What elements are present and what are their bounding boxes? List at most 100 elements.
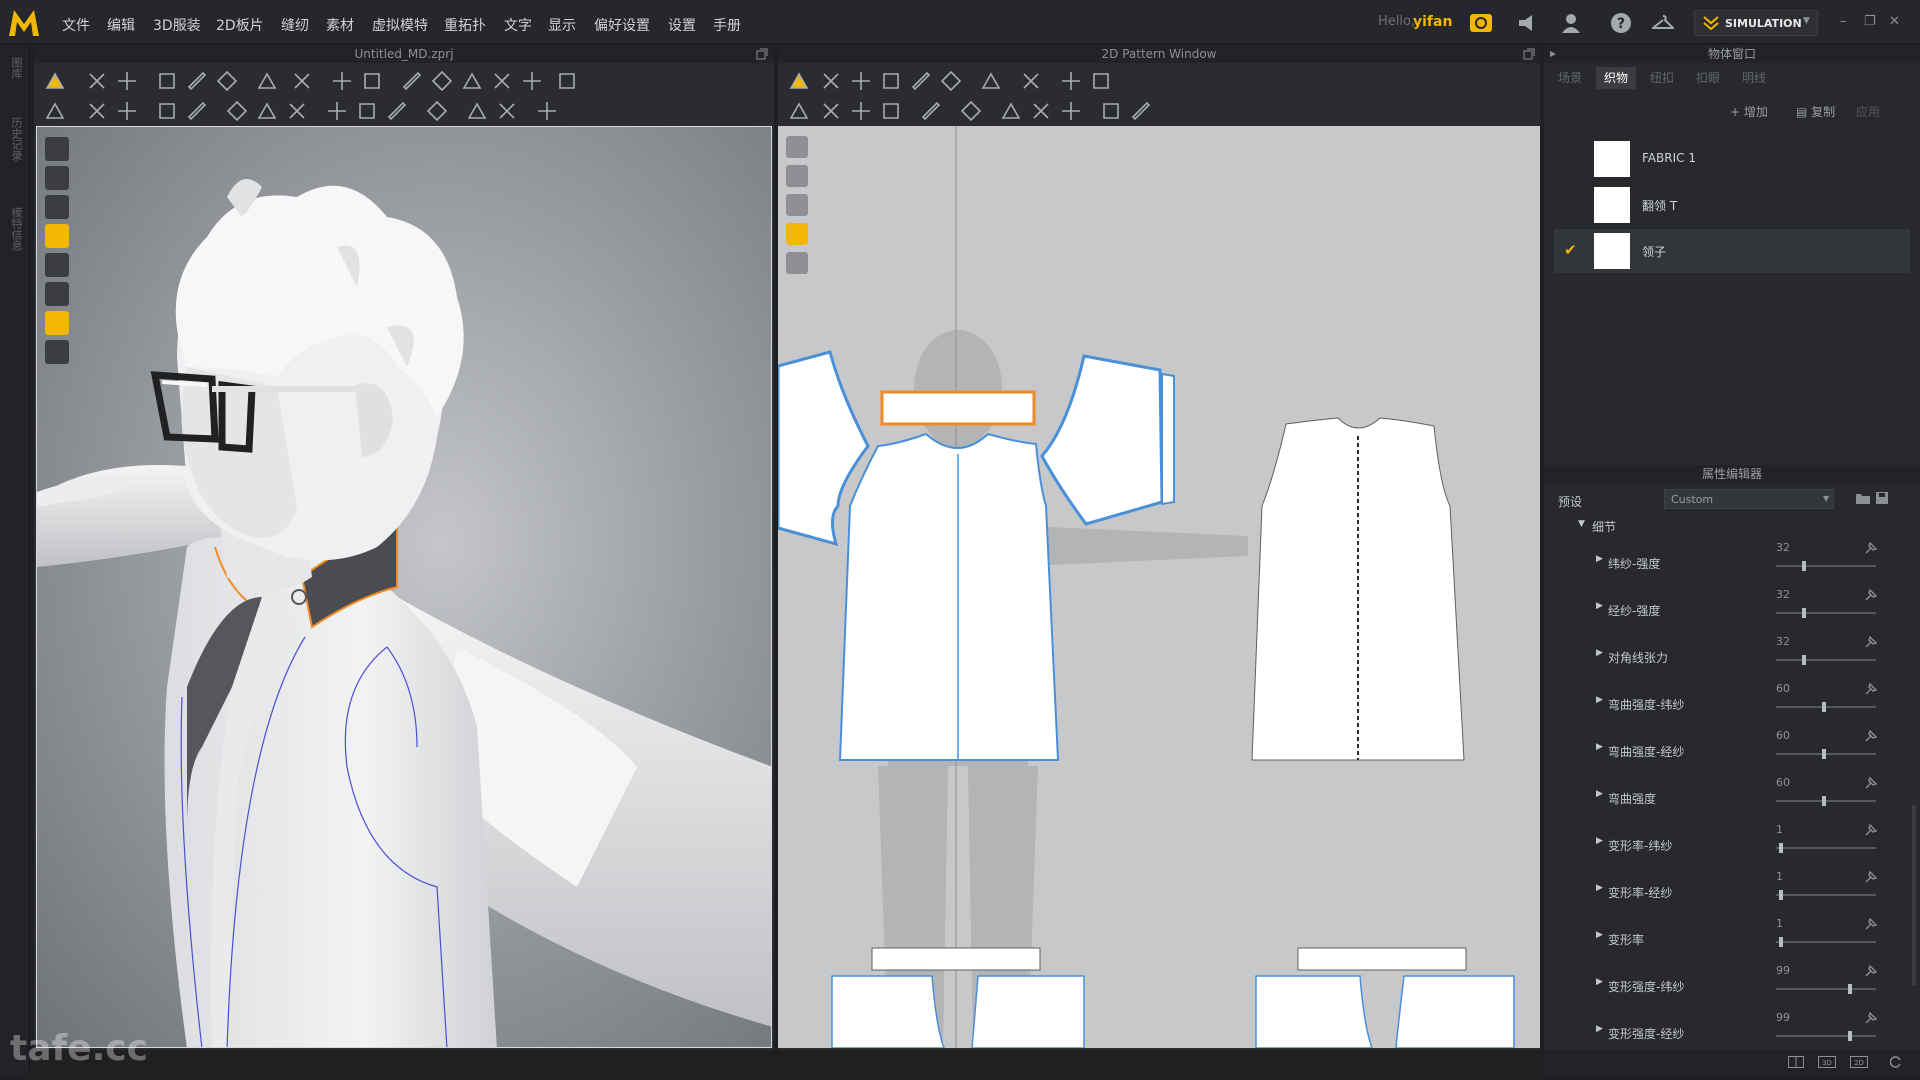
pin-icon[interactable] [1864,682,1878,696]
property-slider[interactable] [1776,937,1876,947]
toolbar-3d-tool-icon[interactable] [254,68,280,94]
toolbar-3d-tool-icon[interactable] [114,98,140,124]
property-slider[interactable] [1776,890,1876,900]
toolbar-2d-tool-icon[interactable] [848,98,874,124]
toolbar-3d-tool-icon[interactable] [154,98,180,124]
menu-item[interactable]: 2D板片 [216,15,264,35]
toolbar-3d-tool-icon[interactable] [289,68,315,94]
side-tool-icon[interactable] [45,253,69,277]
announcement-icon[interactable] [1516,12,1538,34]
expand-arrow-icon[interactable]: ▶ [1596,836,1603,846]
toolbar-3d-tool-icon[interactable] [359,68,385,94]
expand-arrow-icon[interactable]: ▶ [1596,695,1603,705]
property-slider[interactable] [1776,608,1876,618]
toolbar-2d-tool-icon[interactable] [1098,98,1124,124]
help-icon[interactable]: ? [1610,12,1632,34]
view-2d-icon[interactable]: 2D [1850,1056,1868,1068]
pin-icon[interactable] [1864,1011,1878,1025]
history-tab[interactable]: 历史记录 [8,117,24,161]
side-tool-icon[interactable] [786,165,808,187]
toolbar-3d-tool-icon[interactable] [554,68,580,94]
minimize-button[interactable]: – [1840,14,1847,29]
toolbar-3d-tool-icon[interactable] [464,98,490,124]
property-value[interactable]: 60 [1776,729,1790,742]
menu-item[interactable]: 文字 [504,15,532,35]
md-logo-icon[interactable] [6,4,42,40]
toolbar-3d-tool-icon[interactable] [534,98,560,124]
property-slider[interactable] [1776,561,1876,571]
toolbar-3d-tool-icon[interactable] [254,98,280,124]
toolbar-2d-tool-icon[interactable] [998,98,1024,124]
side-tool-icon[interactable] [45,311,69,335]
menu-item[interactable]: 设置 [668,15,696,35]
property-value[interactable]: 60 [1776,776,1790,789]
toolbar-3d-tool-icon[interactable] [42,68,68,94]
toolbar-2d-tool-icon[interactable] [818,98,844,124]
cloud-sync-icon[interactable] [1470,12,1492,34]
fabric-item[interactable]: 翻领 T [1554,183,1910,227]
toolbar-3d-tool-icon[interactable] [84,98,110,124]
expand-arrow-icon[interactable]: ▶ [1596,601,1603,611]
toolbar-2d-tool-icon[interactable] [1028,98,1054,124]
menu-item[interactable]: 手册 [713,15,741,35]
view-3d-icon[interactable]: 3D [1818,1056,1836,1068]
slider-knob[interactable] [1822,749,1826,759]
maximize-2d-icon[interactable] [1523,48,1535,60]
menu-item[interactable]: 偏好设置 [594,15,650,35]
expand-arrow-icon[interactable]: ▶ [1596,554,1603,564]
expand-arrow-icon[interactable]: ▶ [1596,883,1603,893]
toolbar-2d-tool-icon[interactable] [878,68,904,94]
maximize-3d-icon[interactable] [756,48,768,60]
slider-knob[interactable] [1802,608,1806,618]
toolbar-3d-tool-icon[interactable] [214,68,240,94]
toolbar-2d-tool-icon[interactable] [908,68,934,94]
toolbar-3d-tool-icon[interactable] [429,68,455,94]
slider-knob[interactable] [1848,984,1852,994]
toolbar-3d-tool-icon[interactable] [399,68,425,94]
avatar-info-tab[interactable]: 模特信息 [8,207,24,251]
scrollbar[interactable] [1912,805,1916,985]
section-expand-icon[interactable]: ▼ [1578,519,1585,529]
property-value[interactable]: 1 [1776,870,1783,883]
property-value[interactable]: 1 [1776,823,1783,836]
slider-knob[interactable] [1848,1031,1852,1041]
save-icon[interactable] [1876,492,1888,504]
toolbar-2d-tool-icon[interactable] [848,68,874,94]
toolbar-3d-tool-icon[interactable] [489,68,515,94]
refresh-icon[interactable] [1890,1056,1902,1068]
menu-item[interactable]: 显示 [548,15,576,35]
property-slider[interactable] [1776,702,1876,712]
pin-icon[interactable] [1864,823,1878,837]
toolbar-3d-tool-icon[interactable] [459,68,485,94]
toolbar-2d-tool-icon[interactable] [978,68,1004,94]
property-value[interactable]: 60 [1776,682,1790,695]
property-value[interactable]: 99 [1776,964,1790,977]
toolbar-3d-tool-icon[interactable] [154,68,180,94]
menu-item[interactable]: 文件 [62,15,90,35]
side-tool-icon[interactable] [786,223,808,245]
copy-fabric-button[interactable]: ▤ 复制 [1796,103,1835,120]
menu-item[interactable]: 3D服装 [153,15,201,35]
property-value[interactable]: 99 [1776,1011,1790,1024]
slider-knob[interactable] [1779,890,1783,900]
toolbar-2d-tool-icon[interactable] [1058,98,1084,124]
mode-selector[interactable]: SIMULATION ▼ [1694,10,1818,36]
pin-icon[interactable] [1864,635,1878,649]
pin-icon[interactable] [1864,917,1878,931]
pin-icon[interactable] [1864,588,1878,602]
toolbar-2d-tool-icon[interactable] [786,98,812,124]
expand-arrow-icon[interactable]: ▶ [1596,742,1603,752]
toolbar-3d-tool-icon[interactable] [184,98,210,124]
property-slider[interactable] [1776,655,1876,665]
property-slider[interactable] [1776,796,1876,806]
toolbar-3d-tool-icon[interactable] [184,68,210,94]
toolbar-3d-tool-icon[interactable] [329,68,355,94]
menu-item[interactable]: 编辑 [107,15,135,35]
pin-icon[interactable] [1864,541,1878,555]
slider-knob[interactable] [1822,796,1826,806]
slider-knob[interactable] [1822,702,1826,712]
side-tool-icon[interactable] [786,252,808,274]
library-tab[interactable]: 图库 [8,57,24,79]
property-value[interactable]: 32 [1776,541,1790,554]
property-value[interactable]: 32 [1776,588,1790,601]
